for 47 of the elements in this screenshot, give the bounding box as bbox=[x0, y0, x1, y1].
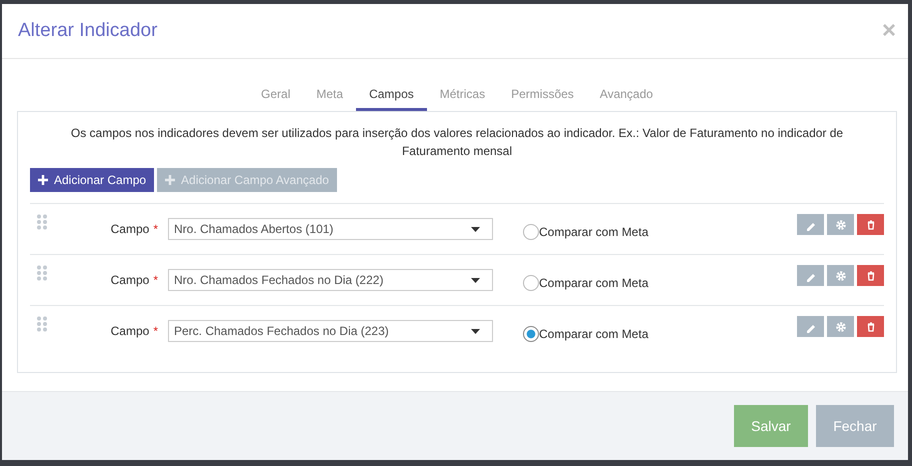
plus-icon bbox=[165, 175, 176, 185]
delete-button[interactable] bbox=[857, 265, 884, 286]
radio-button[interactable] bbox=[523, 326, 539, 342]
tab[interactable]: Permissões bbox=[498, 83, 587, 111]
drag-handle-icon[interactable] bbox=[36, 316, 48, 332]
delete-button[interactable] bbox=[857, 316, 884, 337]
drag-handle-icon[interactable] bbox=[36, 265, 48, 281]
caret-icon bbox=[471, 278, 480, 282]
radio-button[interactable] bbox=[523, 224, 539, 240]
add-field-button[interactable]: Adicionar Campo bbox=[30, 168, 154, 192]
radio-button[interactable] bbox=[523, 275, 539, 291]
tab[interactable]: Métricas bbox=[426, 83, 498, 111]
field-label: Campo bbox=[110, 324, 150, 338]
required-mark: * bbox=[153, 324, 158, 338]
window-title: Alterar Indicador bbox=[18, 20, 158, 42]
settings-button[interactable] bbox=[827, 214, 854, 235]
description-text: Os campos nos indicadores devem ser utilizados para inserção dos valores relacionados ao indicador. Ex.: Valor de Faturamento no indicador de Faturamento mensal bbox=[70, 125, 844, 160]
required-mark: * bbox=[153, 222, 158, 236]
delete-button[interactable] bbox=[857, 214, 884, 235]
caret-icon bbox=[471, 328, 480, 334]
compare-label: Comparar com Meta bbox=[539, 225, 648, 239]
compare-label: Comparar com Meta bbox=[539, 276, 648, 290]
drag-handle-icon[interactable] bbox=[36, 214, 48, 230]
tab[interactable]: Meta bbox=[303, 83, 356, 111]
close-button[interactable]: Fechar bbox=[816, 405, 894, 447]
field-select[interactable]: Nro. Chamados Fechados no Dia (222) bbox=[168, 269, 493, 291]
plus-icon bbox=[38, 175, 48, 185]
gear-icon bbox=[834, 218, 846, 230]
settings-button[interactable] bbox=[827, 316, 854, 337]
edit-button[interactable] bbox=[797, 265, 824, 286]
tab[interactable]: Avançado bbox=[586, 83, 666, 111]
compare-label: Comparar com Meta bbox=[539, 327, 648, 341]
caret-icon bbox=[471, 226, 480, 232]
edit-button[interactable] bbox=[797, 214, 824, 235]
field-label: Campo bbox=[110, 273, 150, 287]
required-mark: * bbox=[153, 273, 158, 287]
close-button[interactable]: × bbox=[882, 17, 896, 45]
gear-icon bbox=[834, 320, 846, 332]
tab[interactable]: Campos bbox=[356, 83, 427, 111]
field-select[interactable]: Nro. Chamados Abertos (101) bbox=[168, 218, 493, 240]
field-label: Campo bbox=[110, 222, 150, 236]
settings-button[interactable] bbox=[827, 265, 854, 286]
edit-button[interactable] bbox=[797, 316, 824, 337]
field-select[interactable]: Perc. Chamados Fechados no Dia (223) bbox=[168, 320, 493, 342]
tab[interactable]: Geral bbox=[248, 83, 304, 111]
save-button[interactable]: Salvar bbox=[734, 405, 808, 447]
gear-icon bbox=[834, 270, 846, 282]
